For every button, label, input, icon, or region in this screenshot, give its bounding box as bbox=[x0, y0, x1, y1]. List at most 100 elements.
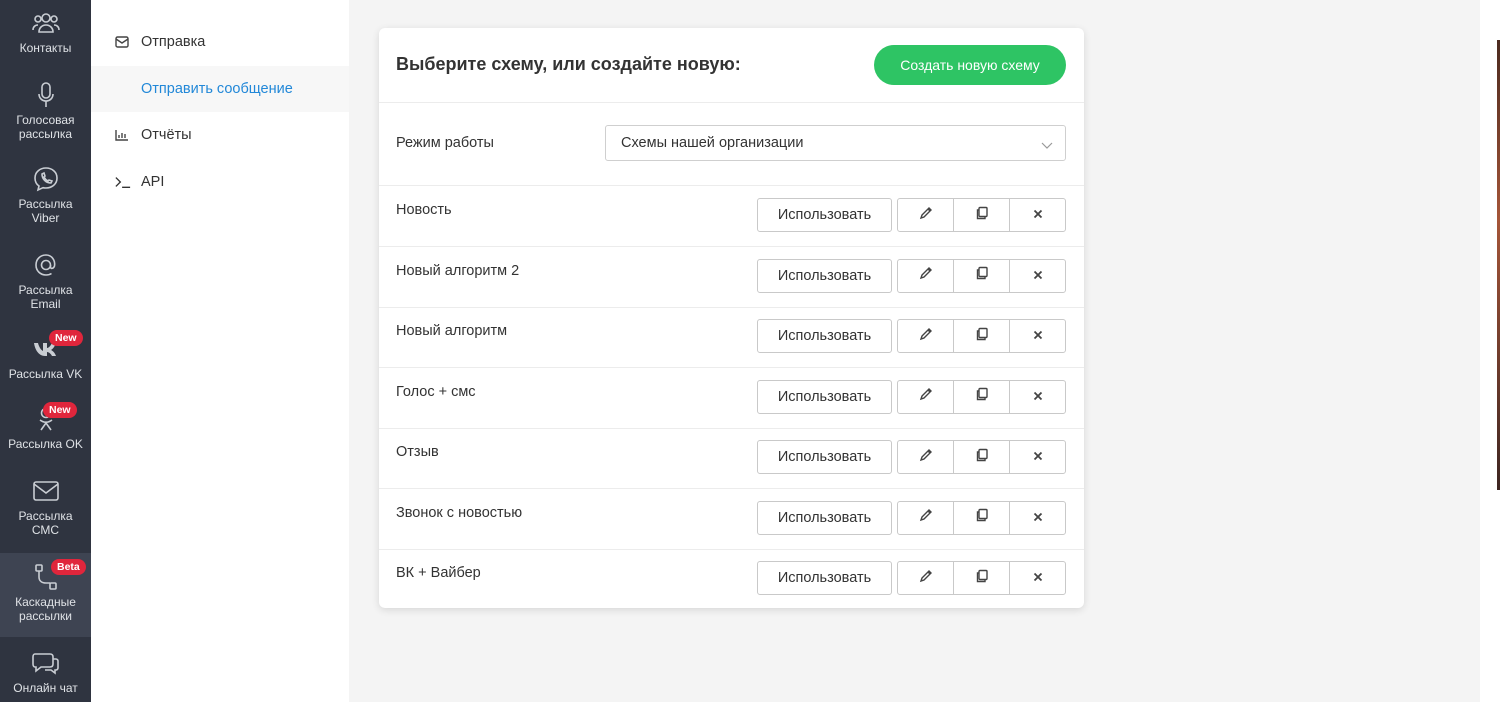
at-sign-icon bbox=[31, 250, 61, 280]
scheme-row: Новый алгоритм Использовать bbox=[379, 307, 1084, 368]
copy-icon bbox=[975, 206, 989, 225]
contacts-icon bbox=[31, 8, 61, 38]
close-icon bbox=[1033, 206, 1043, 224]
copy-button[interactable] bbox=[954, 259, 1010, 292]
delete-button[interactable] bbox=[1010, 441, 1065, 473]
scheme-actions bbox=[897, 561, 1066, 595]
copy-button[interactable] bbox=[954, 501, 1010, 534]
scheme-actions bbox=[897, 440, 1066, 474]
delete-button[interactable] bbox=[1010, 381, 1065, 413]
window-edge bbox=[1480, 0, 1500, 702]
rail-label: Каскадные рассылки bbox=[15, 595, 76, 623]
rail-item-cascade[interactable]: Каскадные рассылки Beta bbox=[0, 553, 91, 637]
scheme-row: Новый алгоритм 2 Использовать bbox=[379, 247, 1084, 308]
rail-label: Рассылка СМС bbox=[18, 509, 73, 537]
microphone-icon bbox=[31, 80, 61, 110]
scheme-name: Новый алгоритм bbox=[396, 323, 508, 339]
edit-button[interactable] bbox=[898, 380, 954, 413]
delete-button[interactable] bbox=[1010, 562, 1065, 594]
rail-item-sms[interactable]: Рассылка СМС bbox=[0, 476, 91, 542]
delete-button[interactable] bbox=[1010, 199, 1065, 231]
copy-button[interactable] bbox=[954, 199, 1010, 231]
pencil-icon bbox=[919, 327, 933, 346]
mode-row: Режим работы Схемы нашей организации bbox=[379, 103, 1084, 186]
delete-button[interactable] bbox=[1010, 320, 1065, 352]
pencil-icon bbox=[919, 266, 933, 285]
viber-icon bbox=[31, 164, 61, 194]
scheme-row: Голос + смс Использовать bbox=[379, 368, 1084, 429]
copy-button[interactable] bbox=[954, 562, 1010, 594]
scheme-row: ВК + Вайбер Использовать bbox=[379, 549, 1084, 610]
pencil-icon bbox=[919, 206, 933, 225]
use-button[interactable]: Использовать bbox=[757, 258, 892, 293]
copy-button[interactable] bbox=[954, 380, 1010, 413]
edit-button[interactable] bbox=[898, 501, 954, 534]
chat-icon bbox=[31, 648, 61, 678]
subnav-item-send[interactable]: Отправка bbox=[91, 19, 349, 65]
rail-label: Рассылка Email bbox=[18, 283, 73, 311]
scheme-row: Звонок с новостью Использовать bbox=[379, 489, 1084, 550]
close-icon bbox=[1033, 327, 1043, 345]
new-badge: New bbox=[43, 402, 77, 418]
close-icon bbox=[1033, 509, 1043, 527]
rail-item-chat[interactable]: Онлайн чат bbox=[0, 648, 91, 702]
delete-button[interactable] bbox=[1010, 260, 1065, 292]
scheme-actions bbox=[897, 198, 1066, 232]
scheme-row: Новость Использовать bbox=[379, 186, 1084, 247]
scheme-name: Новость bbox=[396, 202, 452, 218]
bar-chart-icon bbox=[115, 129, 131, 141]
use-button[interactable]: Использовать bbox=[757, 319, 892, 353]
scheme-actions bbox=[897, 379, 1066, 414]
use-button[interactable]: Использовать bbox=[757, 561, 892, 595]
scheme-actions bbox=[897, 500, 1066, 535]
pencil-icon bbox=[919, 569, 933, 588]
copy-button[interactable] bbox=[954, 441, 1010, 473]
card-header: Выберите схему, или создайте новую: Созд… bbox=[379, 28, 1084, 103]
chevron-down-icon bbox=[1041, 138, 1053, 154]
edit-button[interactable] bbox=[898, 199, 954, 231]
scheme-actions bbox=[897, 258, 1066, 293]
copy-icon bbox=[975, 569, 989, 588]
edit-button[interactable] bbox=[898, 562, 954, 594]
scheme-name: Отзыв bbox=[396, 444, 439, 460]
rail-item-email[interactable]: Рассылка Email bbox=[0, 250, 91, 316]
rail-item-voice[interactable]: Голосовая рассылка bbox=[0, 80, 91, 144]
close-icon bbox=[1033, 569, 1043, 587]
subnav-label: Отчёты bbox=[141, 127, 192, 143]
new-badge: New bbox=[49, 330, 83, 346]
use-button[interactable]: Использовать bbox=[757, 198, 892, 232]
edit-button[interactable] bbox=[898, 259, 954, 292]
copy-icon bbox=[975, 327, 989, 346]
copy-icon bbox=[975, 448, 989, 467]
close-icon bbox=[1033, 267, 1043, 285]
edit-button[interactable] bbox=[898, 441, 954, 473]
scheme-name: ВК + Вайбер bbox=[396, 565, 481, 581]
rail-label: Онлайн чат bbox=[13, 681, 78, 695]
subnav-item-api[interactable]: API bbox=[91, 159, 349, 205]
scheme-card: Выберите схему, или создайте новую: Созд… bbox=[379, 28, 1084, 608]
rail-label: Рассылка Viber bbox=[18, 197, 73, 225]
use-button[interactable]: Использовать bbox=[757, 379, 892, 414]
left-rail: Контакты Голосовая рассылка Рассылка Vib… bbox=[0, 0, 91, 702]
rail-item-contacts[interactable]: Контакты bbox=[0, 8, 91, 68]
subnav-item-send-message[interactable]: Отправить сообщение bbox=[91, 66, 349, 112]
pencil-icon bbox=[919, 508, 933, 527]
rail-item-vk[interactable]: Рассылка VK New bbox=[0, 330, 91, 386]
close-icon bbox=[1033, 448, 1043, 466]
mode-select[interactable]: Схемы нашей организации bbox=[605, 125, 1066, 161]
mode-label: Режим работы bbox=[396, 135, 494, 151]
use-button[interactable]: Использовать bbox=[757, 440, 892, 474]
rail-item-viber[interactable]: Рассылка Viber bbox=[0, 164, 91, 230]
subnav-label: API bbox=[141, 174, 165, 190]
create-scheme-button[interactable]: Создать новую схему bbox=[874, 45, 1066, 85]
scheme-name: Звонок с новостью bbox=[396, 504, 523, 521]
copy-button[interactable] bbox=[954, 320, 1010, 352]
delete-button[interactable] bbox=[1010, 502, 1065, 534]
use-button[interactable]: Использовать bbox=[757, 500, 892, 535]
edit-button[interactable] bbox=[898, 320, 954, 352]
rail-label: Голосовая рассылка bbox=[16, 113, 75, 141]
copy-icon bbox=[975, 387, 989, 406]
mode-select-value: Схемы нашей организации bbox=[621, 135, 804, 151]
rail-item-ok[interactable]: Рассылка OK New bbox=[0, 402, 91, 456]
subnav-item-reports[interactable]: Отчёты bbox=[91, 112, 349, 158]
